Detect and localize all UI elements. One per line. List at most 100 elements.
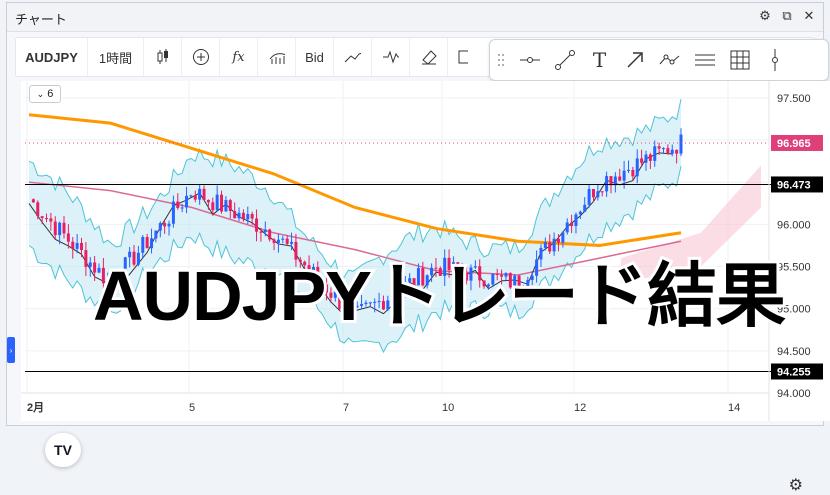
candle-body xyxy=(80,242,84,251)
text-icon: T xyxy=(592,48,607,72)
add-circle-icon xyxy=(193,49,209,65)
indicators-button[interactable]: fx xyxy=(220,38,258,76)
chart-settings-icon[interactable]: ⚙ xyxy=(789,475,803,495)
candle-body xyxy=(40,216,44,219)
chart-area[interactable]: 97.50097.00096.50096.00095.50095.00094.5… xyxy=(21,81,830,494)
candle-body xyxy=(290,241,294,244)
candle-body xyxy=(255,218,259,232)
price-axis-label: 94.500 xyxy=(777,346,811,358)
pulse-icon xyxy=(383,50,399,64)
candle-body xyxy=(263,229,267,233)
candle-style-button[interactable] xyxy=(144,38,182,76)
price-axis-label: 96.000 xyxy=(777,219,811,231)
sidebar-toggle-button[interactable]: › xyxy=(7,337,15,363)
candle-body xyxy=(618,176,622,181)
candle-body xyxy=(640,158,644,163)
candle-body xyxy=(45,218,49,220)
symbol-button[interactable]: AUDJPY xyxy=(16,38,88,76)
eraser-icon xyxy=(422,50,437,65)
candle-body xyxy=(141,237,145,253)
date-axis-label: 14 xyxy=(728,402,740,414)
drag-handle[interactable] xyxy=(490,40,512,80)
candle-body xyxy=(66,233,70,242)
candle-body xyxy=(31,199,35,203)
compare-button[interactable] xyxy=(182,38,220,76)
candle-body xyxy=(644,154,648,163)
vertical-line-icon xyxy=(771,49,778,71)
candle-body xyxy=(631,169,635,177)
trendline-tool[interactable] xyxy=(547,40,582,80)
trendline-icon xyxy=(554,50,575,70)
candle-body xyxy=(228,200,232,212)
grid-icon xyxy=(730,50,749,70)
grid-tool[interactable] xyxy=(722,40,757,80)
candle-body xyxy=(49,218,53,222)
candle-body xyxy=(570,222,574,227)
candle-body xyxy=(548,242,552,252)
horizontal-line-icon xyxy=(519,57,540,63)
drag-dots-icon xyxy=(498,54,504,66)
window-controls: ⚙ ⧉ ✕ xyxy=(757,7,817,25)
candle-body xyxy=(193,195,197,200)
candle-body xyxy=(552,238,556,252)
period-selector[interactable]: ⌄ 6 xyxy=(29,85,61,103)
candle-body xyxy=(250,214,254,219)
candle-body xyxy=(661,148,665,150)
pulse-button[interactable] xyxy=(372,38,410,76)
candle-body xyxy=(281,238,285,240)
chevron-down-icon: ⌄ xyxy=(36,88,45,99)
candlestick-icon xyxy=(157,49,168,64)
interval-button[interactable]: 1時間 xyxy=(88,38,144,76)
square-icon xyxy=(458,50,468,64)
path-tool[interactable] xyxy=(652,40,687,80)
candle-body xyxy=(591,188,595,198)
templates-button[interactable] xyxy=(258,38,296,76)
candle-body xyxy=(176,201,180,208)
candle-body xyxy=(561,232,565,243)
window-titlebar: チャート ⚙ ⧉ ✕ xyxy=(7,3,823,32)
bid-button[interactable]: Bid xyxy=(296,38,334,76)
upper-level-tag: 96.473 xyxy=(777,179,811,191)
close-icon[interactable]: ✕ xyxy=(801,7,817,25)
text-tool[interactable]: T xyxy=(582,40,617,80)
bars-chart-icon xyxy=(269,53,285,64)
candle-body xyxy=(145,237,149,249)
fib-lines-icon xyxy=(694,54,715,66)
candle-body xyxy=(626,169,630,171)
candle-body xyxy=(189,195,193,197)
vertical-line-tool[interactable] xyxy=(757,40,792,80)
candle-body xyxy=(167,223,171,227)
candle-body xyxy=(609,176,613,186)
candle-body xyxy=(285,238,289,244)
candle-body xyxy=(675,149,679,154)
clear-button[interactable] xyxy=(410,38,448,76)
trend-line-icon xyxy=(344,52,361,63)
date-axis-label: 10 xyxy=(442,402,454,414)
arrow-tool[interactable] xyxy=(617,40,652,80)
date-axis-label: 7 xyxy=(343,402,349,414)
candle-body xyxy=(653,146,657,161)
layout-button[interactable] xyxy=(448,38,478,76)
candle-body xyxy=(180,207,184,209)
price-chart[interactable]: 97.50097.00096.50096.00095.50095.00094.5… xyxy=(21,81,830,421)
fib-tool[interactable] xyxy=(687,40,722,80)
popout-icon[interactable]: ⧉ xyxy=(779,7,795,25)
candle-body xyxy=(259,231,263,233)
path-icon xyxy=(659,54,679,65)
candle-body xyxy=(185,195,189,208)
drawing-toolbar: T xyxy=(489,39,829,81)
candle-body xyxy=(543,242,547,248)
gear-icon[interactable]: ⚙ xyxy=(757,7,773,25)
candle-body xyxy=(583,204,587,212)
candle-body xyxy=(36,202,40,217)
candle-body xyxy=(268,229,272,240)
candle-body xyxy=(62,222,66,234)
tradingview-logo-icon[interactable]: TV xyxy=(45,433,81,467)
line-chart-button[interactable] xyxy=(334,38,372,76)
candle-body xyxy=(605,176,609,192)
candle-body xyxy=(657,146,661,149)
candle-body xyxy=(154,230,158,239)
horizontal-ray-tool[interactable] xyxy=(512,40,547,80)
candle-body xyxy=(574,214,578,227)
candle-body xyxy=(635,158,639,177)
